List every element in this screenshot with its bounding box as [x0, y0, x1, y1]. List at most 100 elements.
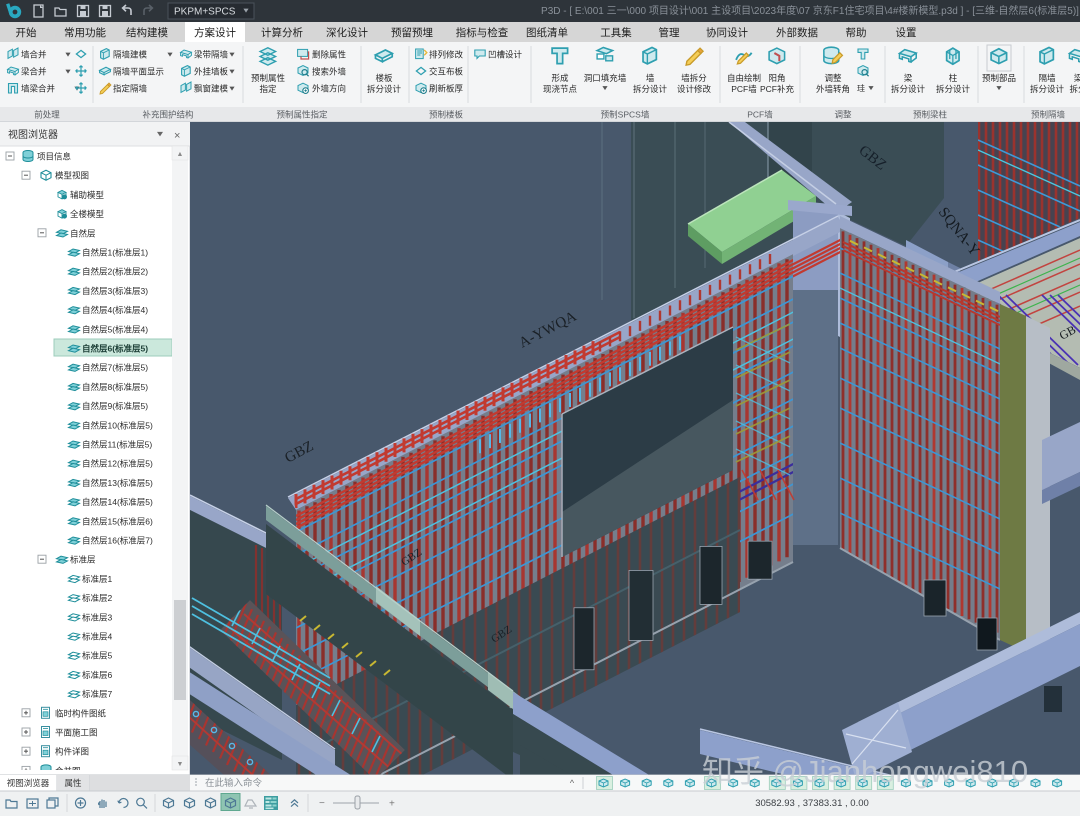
svg-text:自然层10(标准层5): 自然层10(标准层5)	[82, 420, 153, 430]
svg-text:开始: 开始	[16, 26, 37, 39]
svg-text:预制楼板: 预制楼板	[429, 110, 464, 120]
svg-text:PCF墙: PCF墙	[747, 110, 773, 120]
svg-text:楼板: 楼板	[375, 73, 393, 83]
svg-text:结构建模: 结构建模	[126, 26, 168, 39]
svg-text:设置: 设置	[896, 27, 917, 39]
svg-text:帮助: 帮助	[846, 26, 867, 39]
svg-text:标准层4: 标准层4	[82, 632, 113, 642]
svg-text:工具集: 工具集	[600, 26, 632, 39]
svg-text:珪: 珪	[857, 83, 865, 93]
svg-text:自然层5(标准层4): 自然层5(标准层4)	[82, 324, 148, 334]
svg-text:知乎 @Jianhongwei810: 知乎 @Jianhongwei810	[702, 754, 1028, 789]
svg-text:标准层: 标准层	[70, 555, 96, 565]
svg-text:常用功能: 常用功能	[64, 26, 106, 39]
svg-text:自然层3(标准层3): 自然层3(标准层3)	[82, 286, 148, 296]
svg-text:自然层13(标准层5): 自然层13(标准层5)	[82, 478, 153, 488]
svg-text:预制属性: 预制属性	[251, 73, 286, 83]
svg-text:全楼模型: 全楼模型	[70, 209, 105, 219]
svg-text:方案设计: 方案设计	[194, 26, 236, 39]
svg-text:标准层7: 标准层7	[82, 689, 113, 699]
svg-text:辅助模型: 辅助模型	[70, 190, 105, 200]
svg-text:自然层8(标准层5): 自然层8(标准层5)	[82, 382, 148, 392]
svg-text:梁合并: 梁合并	[21, 67, 47, 77]
svg-text:临时构件图纸: 临时构件图纸	[55, 708, 107, 718]
svg-text:设计修改: 设计修改	[677, 84, 712, 94]
svg-text:自然层6(标准层5): 自然层6(标准层5)	[82, 344, 148, 354]
svg-text:飘窗建模: 飘窗建模	[194, 84, 229, 94]
svg-text:预留预埋: 预留预埋	[391, 26, 433, 39]
svg-text:构件详图: 构件详图	[55, 747, 89, 757]
svg-text:梁带隔墙: 梁带隔墙	[194, 50, 229, 60]
svg-text:调整: 调整	[834, 110, 852, 120]
svg-text:自然层12(标准层5): 自然层12(标准层5)	[82, 459, 153, 469]
svg-text:拆分设计: 拆分设计	[891, 84, 926, 94]
svg-text:计算分析: 计算分析	[261, 26, 303, 39]
svg-text:拆分设计: 拆分设计	[1030, 84, 1065, 94]
svg-text:梁: 梁	[1074, 73, 1080, 83]
svg-text:指标与检查: 指标与检查	[456, 26, 509, 39]
svg-text:−: −	[319, 798, 325, 809]
svg-text:自然层9(标准层5): 自然层9(标准层5)	[82, 401, 148, 411]
svg-text:预制梁柱: 预制梁柱	[913, 110, 948, 120]
svg-text:自然层11(标准层5): 自然层11(标准层5)	[82, 440, 152, 450]
svg-text:阳角: 阳角	[768, 73, 785, 83]
svg-text:指定隔墙: 指定隔墙	[113, 84, 148, 94]
svg-text:标准层6: 标准层6	[82, 670, 113, 680]
svg-text:预制SPCS墙: 预制SPCS墙	[601, 110, 650, 120]
svg-text:协同设计: 协同设计	[706, 26, 748, 39]
svg-text:自由绘制: 自由绘制	[727, 73, 761, 83]
svg-text:洞口填充墙: 洞口填充墙	[584, 73, 627, 83]
svg-text:在此输入命令: 在此输入命令	[205, 777, 263, 789]
svg-text:标准层1: 标准层1	[82, 574, 113, 584]
svg-text:自然层1(标准层1): 自然层1(标准层1)	[82, 248, 148, 258]
svg-text:现浇节点: 现浇节点	[543, 84, 578, 94]
svg-text:平面施工图: 平面施工图	[55, 728, 98, 738]
svg-text:外部数据: 外部数据	[776, 26, 818, 39]
svg-text:深化设计: 深化设计	[326, 26, 368, 39]
svg-text:排列修改: 排列修改	[429, 50, 464, 60]
svg-text:管理: 管理	[659, 26, 680, 39]
svg-text:隔墙建模: 隔墙建模	[113, 50, 148, 60]
svg-text:墙: 墙	[646, 73, 655, 83]
svg-text:PCF墙: PCF墙	[731, 84, 757, 94]
svg-text:交互布板: 交互布板	[429, 67, 464, 77]
svg-text:前处理: 前处理	[34, 110, 60, 120]
svg-text:隔墙: 隔墙	[1038, 73, 1056, 83]
svg-text:P3D - [ E:\001 三一\000 项目设计\001: P3D - [ E:\001 三一\000 项目设计\001 主设项目\2023…	[541, 4, 1079, 17]
svg-text:搜索外墙: 搜索外墙	[312, 67, 347, 77]
svg-text:外墙方向: 外墙方向	[312, 84, 346, 94]
svg-text:梁: 梁	[904, 73, 913, 83]
svg-text:自然层16(标准层7): 自然层16(标准层7)	[82, 536, 153, 546]
svg-text:墙拆分: 墙拆分	[681, 73, 707, 83]
svg-text:预制属性指定: 预制属性指定	[276, 110, 328, 120]
svg-text:删除属性: 删除属性	[312, 50, 347, 60]
svg-text:预制隔墙: 预制隔墙	[1031, 110, 1066, 120]
svg-text:+: +	[389, 799, 395, 810]
svg-text:30582.93 , 37383.31 , 0.00: 30582.93 , 37383.31 , 0.00	[755, 798, 869, 809]
svg-text:预制部品: 预制部品	[982, 73, 1016, 83]
svg-text:凹槽设计: 凹槽设计	[488, 50, 523, 60]
svg-text:自然层7(标准层5): 自然层7(标准层5)	[82, 363, 148, 373]
svg-text:▲: ▲	[177, 151, 184, 158]
svg-text:隔墙平面显示: 隔墙平面显示	[113, 67, 164, 77]
svg-text:形成: 形成	[551, 73, 569, 83]
svg-text:拆分: 拆分	[1069, 84, 1080, 94]
svg-text:标准层3: 标准层3	[82, 612, 113, 622]
svg-text:标准层2: 标准层2	[82, 593, 113, 603]
svg-text:标准层5: 标准层5	[82, 651, 113, 661]
svg-text:自然层4(标准层4): 自然层4(标准层4)	[82, 305, 148, 315]
svg-text:PCF补充: PCF补充	[760, 84, 795, 94]
svg-text:墙梁合并: 墙梁合并	[21, 84, 56, 94]
svg-text:自然层15(标准层6): 自然层15(标准层6)	[82, 516, 153, 526]
svg-text:刷新板厚: 刷新板厚	[429, 84, 464, 94]
svg-text:PKPM+SPCS: PKPM+SPCS	[174, 7, 236, 18]
svg-text:视图浏览器: 视图浏览器	[7, 778, 50, 788]
svg-text:图纸清单: 图纸清单	[526, 26, 568, 39]
svg-text:拆分设计: 拆分设计	[633, 84, 668, 94]
svg-text:外墙转角: 外墙转角	[816, 84, 850, 94]
svg-text:柱: 柱	[949, 73, 958, 83]
svg-text:属性: 属性	[64, 778, 82, 788]
svg-text:拆分设计: 拆分设计	[936, 84, 971, 94]
svg-text:视图浏览器: 视图浏览器	[8, 128, 58, 141]
svg-text:▼: ▼	[177, 761, 184, 768]
